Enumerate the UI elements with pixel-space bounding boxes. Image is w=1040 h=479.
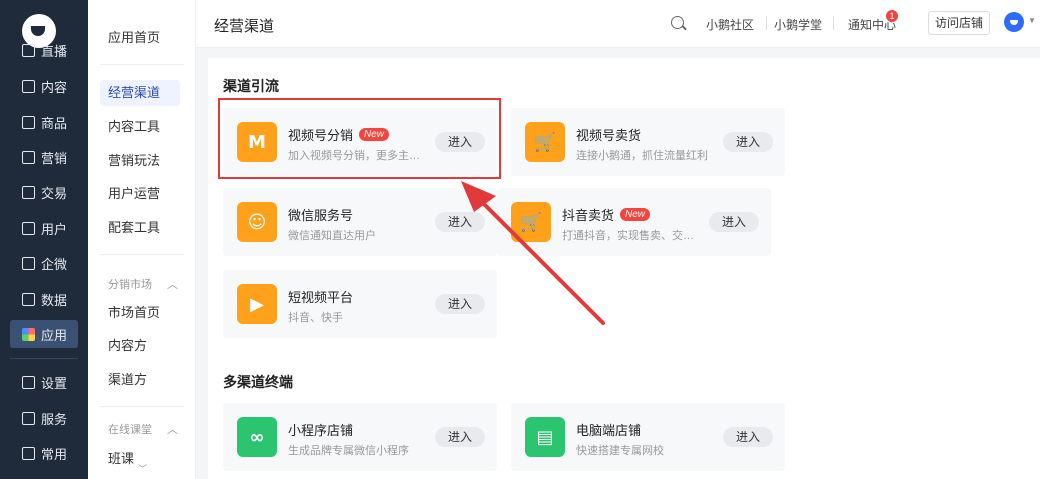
annotation-arrow bbox=[461, 181, 605, 325]
